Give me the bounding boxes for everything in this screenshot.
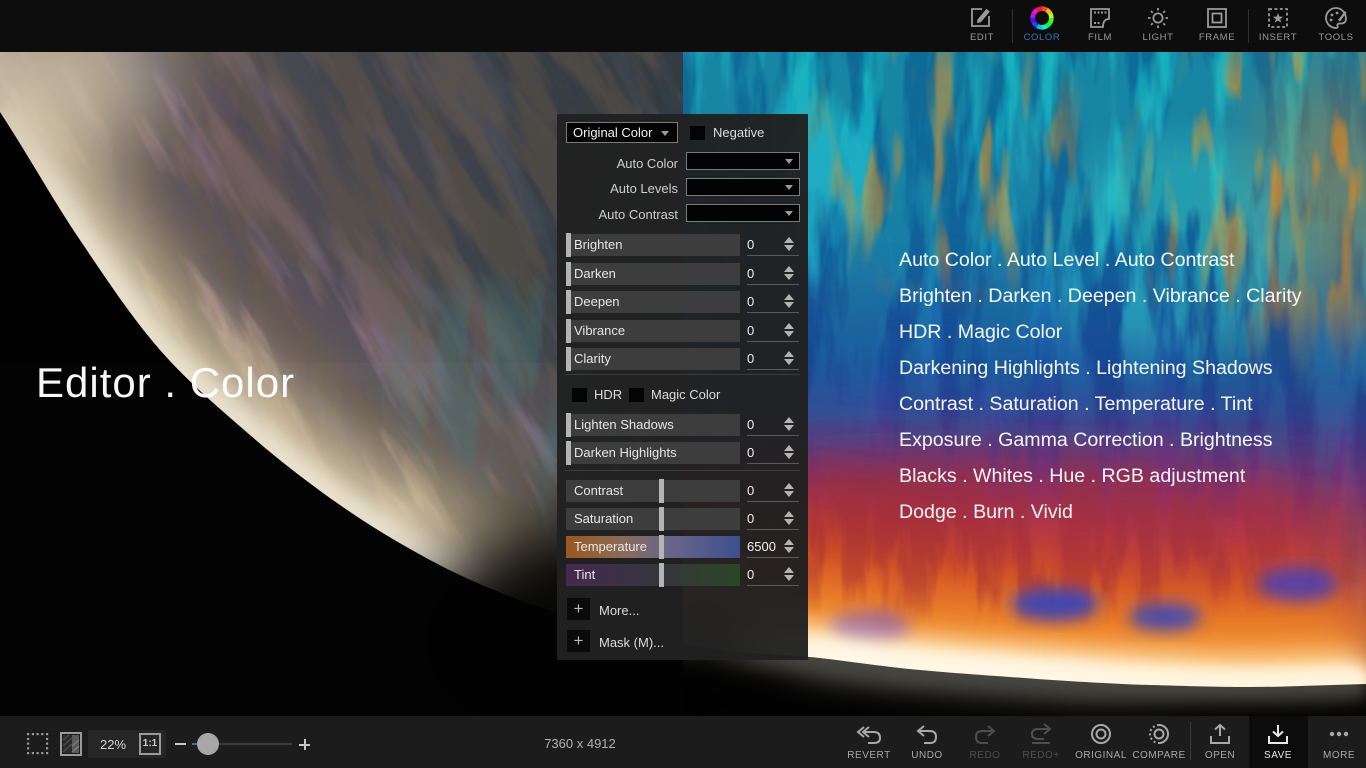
svg-text:Blacks . Whites . Hue . RGB ad: Blacks . Whites . Hue . RGB adjustment <box>899 465 1246 487</box>
svg-text:HDR . Magic Color: HDR . Magic Color <box>899 321 1063 343</box>
svg-text:Brighten . Darken . Deepen . V: Brighten . Darken . Deepen . Vibrance . … <box>899 285 1302 307</box>
svg-text:Auto Color . Auto Level . Auto: Auto Color . Auto Level . Auto Contrast <box>899 249 1235 271</box>
svg-text:Darkening Highlights . Lighten: Darkening Highlights . Lightening Shadow… <box>899 357 1273 379</box>
svg-text:Exposure . Gamma Correction .: Exposure . Gamma Correction . Brightness <box>899 429 1273 451</box>
svg-text:Dodge . Burn . Vivid: Dodge . Burn . Vivid <box>899 501 1073 523</box>
svg-text:Editor . Color: Editor . Color <box>36 359 295 406</box>
svg-text:Contrast . Saturation . Temper: Contrast . Saturation . Temperature . Ti… <box>899 393 1253 415</box>
